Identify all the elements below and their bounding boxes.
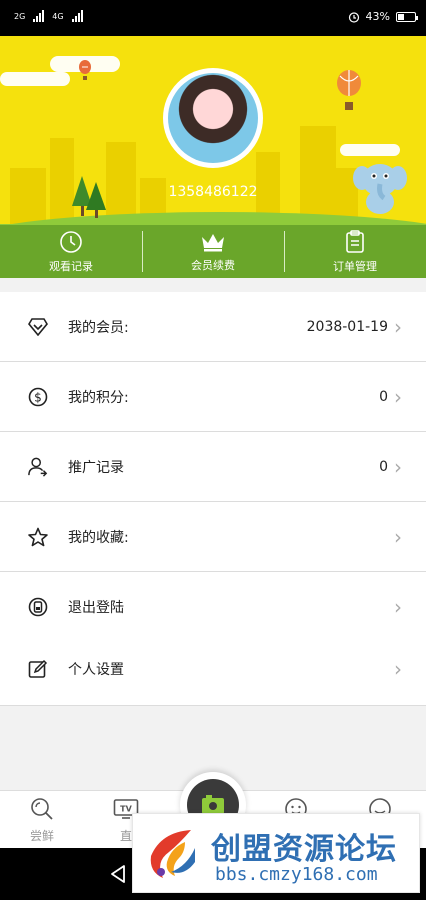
user-share-icon — [28, 457, 48, 477]
chevron-right-icon: › — [394, 314, 402, 339]
menu-item-label: 个人设置 — [68, 661, 124, 678]
balloon-icon — [337, 70, 361, 110]
svg-text:TV: TV — [120, 805, 132, 814]
tab-taste[interactable]: 尝鲜 — [12, 797, 72, 844]
menu-item-membership[interactable]: 我的会员: 2038-01-19 › — [0, 292, 426, 362]
watermark-title: 创盟资源论坛 — [211, 832, 397, 867]
chevron-right-icon: › — [394, 454, 402, 479]
shortcut-order-management[interactable]: 订单管理 — [284, 225, 426, 278]
avatar[interactable] — [163, 68, 263, 168]
menu-item-label: 我的收藏: — [68, 529, 129, 546]
avatar-image — [168, 73, 258, 163]
shortcut-label: 观看记录 — [49, 259, 93, 273]
clipboard-icon — [346, 229, 364, 253]
crown-icon — [202, 233, 224, 251]
chevron-right-icon: › — [394, 656, 402, 681]
clock-icon — [60, 230, 82, 253]
settings-list: 个人设置 › — [0, 632, 426, 706]
menu-item-label: 退出登陆 — [68, 599, 124, 616]
edit-icon — [28, 659, 48, 679]
menu-item-value: 0 — [379, 458, 388, 475]
balloon-icon — [79, 60, 91, 80]
coin-icon: $ — [28, 387, 48, 407]
watermark-banner: 创盟资源论坛 bbs.cmzy168.com — [132, 813, 420, 893]
tab-label: 直 — [119, 829, 132, 843]
network-indicator-2: 4G — [52, 11, 64, 21]
back-icon[interactable] — [108, 864, 128, 884]
signal-icon — [33, 10, 45, 22]
menu-item-label: 推广记录 — [68, 459, 124, 476]
battery-percent: 43% — [365, 10, 390, 23]
cloud-decoration — [0, 72, 70, 86]
search-icon — [31, 798, 53, 820]
menu-item-value: 0 — [379, 388, 388, 405]
menu-item-personal-settings[interactable]: 个人设置 › — [0, 632, 426, 706]
chevron-right-icon: › — [394, 384, 402, 409]
menu-item-value: 2038-01-19 — [306, 318, 388, 335]
svg-text:$: $ — [34, 390, 42, 404]
menu-item-favorites[interactable]: 我的收藏: › — [0, 502, 426, 572]
tab-label: 尝鲜 — [29, 829, 54, 843]
shortcut-bar: 观看记录 会员续费 订单管理 — [0, 225, 426, 278]
battery-icon — [396, 11, 418, 22]
alarm-icon — [348, 11, 359, 23]
signal-icon-2 — [71, 10, 83, 22]
forum-logo-icon — [150, 830, 195, 878]
diamond-icon — [28, 317, 48, 337]
chevron-right-icon: › — [394, 594, 402, 619]
network-indicator-1: 2G — [14, 11, 26, 21]
shortcut-label: 订单管理 — [333, 259, 377, 273]
menu-list: 我的会员: 2038-01-19 › $ 我的积分: 0 › 推广记录 0 › … — [0, 292, 426, 642]
menu-item-label: 我的会员: — [68, 319, 129, 336]
star-icon — [28, 527, 48, 547]
menu-item-label: 我的积分: — [68, 389, 129, 406]
menu-item-referral-records[interactable]: 推广记录 0 › — [0, 432, 426, 502]
status-bar: 2G 4G 43% — [0, 0, 426, 36]
shortcut-membership-renewal[interactable]: 会员续费 — [142, 225, 284, 278]
logout-icon — [28, 597, 48, 617]
watermark-url: bbs.cmzy168.com — [215, 864, 378, 885]
shortcut-label: 会员续费 — [191, 258, 235, 272]
phone-number: 1358486122 — [168, 184, 258, 200]
shortcut-watch-history[interactable]: 观看记录 — [0, 225, 142, 278]
menu-item-points[interactable]: $ 我的积分: 0 › — [0, 362, 426, 432]
chevron-right-icon: › — [394, 524, 402, 549]
